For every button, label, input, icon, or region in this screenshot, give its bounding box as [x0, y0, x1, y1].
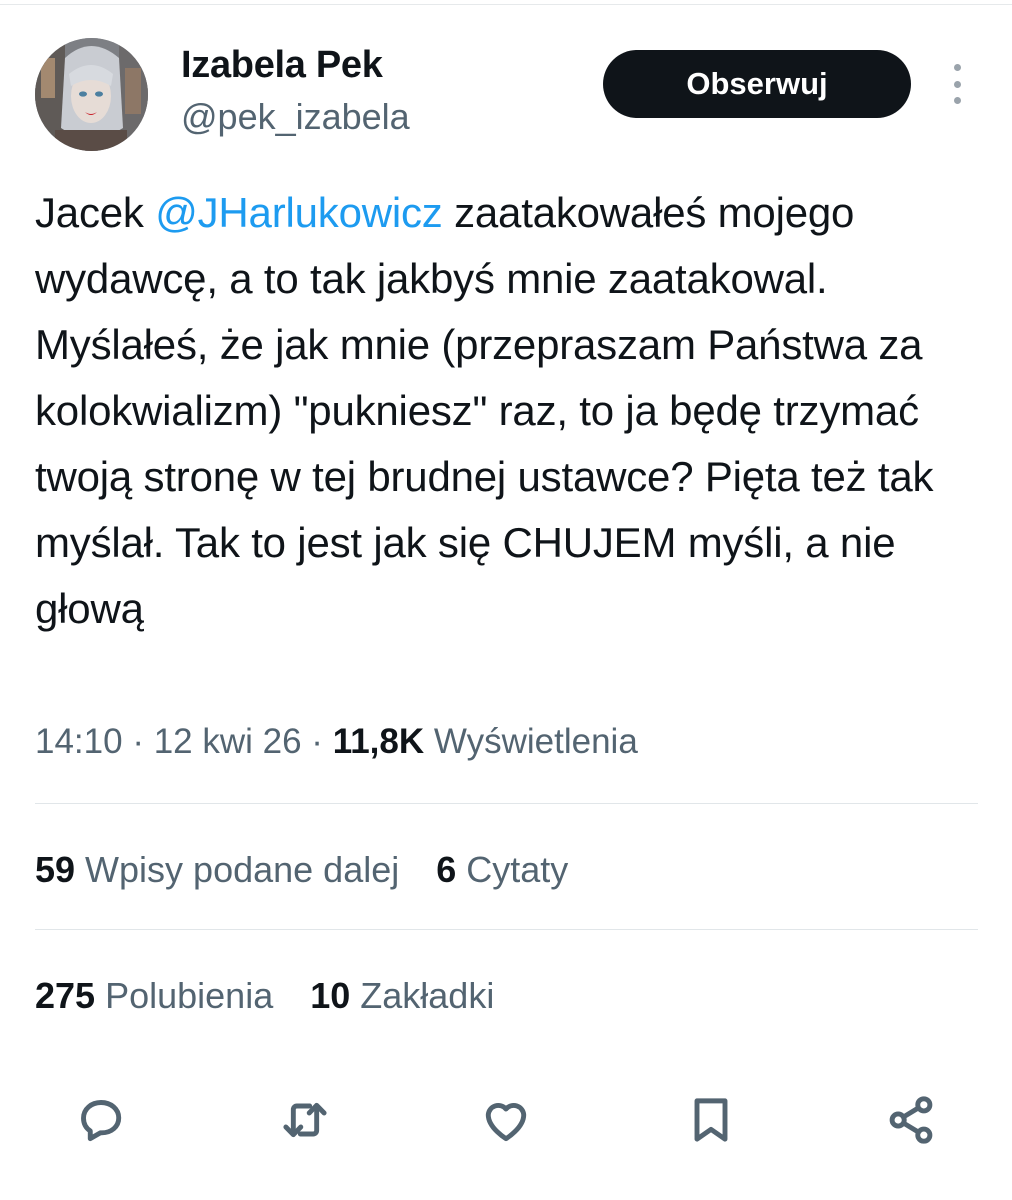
- tweet-time[interactable]: 14:10: [35, 722, 123, 761]
- reposts-label: Wpisy podane dalej: [75, 849, 400, 890]
- tweet-text-rest: zaatakowałeś mojego wydawcę, a to tak ja…: [35, 189, 934, 632]
- share-button[interactable]: [879, 1088, 943, 1152]
- mention-link[interactable]: @JHarlukowicz: [155, 189, 443, 236]
- author-display-name[interactable]: Izabela Pek: [181, 44, 383, 87]
- views-label: Wyświetlenia: [424, 722, 638, 761]
- bookmarks-stat[interactable]: 10 Zakładki: [310, 975, 494, 1017]
- more-vertical-icon: [953, 64, 961, 71]
- tweet-date[interactable]: 12 kwi 26: [154, 722, 302, 761]
- reposts-stat[interactable]: 59 Wpisy podane dalej: [35, 849, 399, 891]
- bookmarks-label: Zakładki: [350, 975, 495, 1016]
- more-vertical-icon-dot: [953, 97, 961, 104]
- tweet-text: Jacek @JHarlukowicz zaatakowałeś mojego …: [35, 180, 985, 642]
- quotes-label: Cytaty: [456, 849, 569, 890]
- bookmark-icon: [694, 1098, 728, 1142]
- tweet-meta: 14:10 · 12 kwi 26 · 11,8K Wyświetlenia: [35, 722, 638, 762]
- reposts-count: 59: [35, 849, 76, 890]
- bookmark-button[interactable]: [679, 1088, 743, 1152]
- meta-separator: ·: [301, 722, 333, 761]
- avatar[interactable]: [35, 38, 148, 151]
- repost-button[interactable]: [273, 1088, 337, 1152]
- bookmarks-count: 10: [310, 975, 351, 1016]
- follow-button[interactable]: Obserwuj: [603, 50, 911, 118]
- author-handle[interactable]: @pek_izabela: [181, 96, 410, 138]
- top-divider: [0, 4, 1012, 5]
- reply-button[interactable]: [69, 1088, 133, 1152]
- share-icon: [889, 1096, 933, 1144]
- more-vertical-icon-dot: [953, 80, 961, 88]
- reply-icon: [81, 1100, 122, 1142]
- like-button[interactable]: [474, 1088, 538, 1152]
- quotes-stat[interactable]: 6 Cytaty: [436, 849, 568, 891]
- likes-stat[interactable]: 275 Polubienia: [35, 975, 273, 1017]
- likes-count: 275: [35, 975, 96, 1016]
- divider: [35, 929, 978, 930]
- action-bar: [0, 1088, 1012, 1158]
- stats-row-reposts: 59 Wpisy podane dalej 6 Cytaty: [35, 849, 568, 891]
- meta-separator: ·: [122, 722, 154, 761]
- avatar-image: [35, 38, 148, 151]
- more-options-button[interactable]: [943, 64, 971, 104]
- divider: [35, 803, 978, 804]
- repost-icon: [283, 1102, 327, 1138]
- stats-row-likes: 275 Polubienia 10 Zakładki: [35, 975, 494, 1017]
- tweet-text-start: Jacek: [35, 189, 156, 236]
- like-icon: [485, 1102, 527, 1142]
- views-count: 11,8K: [332, 722, 425, 761]
- quotes-count: 6: [436, 849, 457, 890]
- likes-label: Polubienia: [95, 975, 274, 1016]
